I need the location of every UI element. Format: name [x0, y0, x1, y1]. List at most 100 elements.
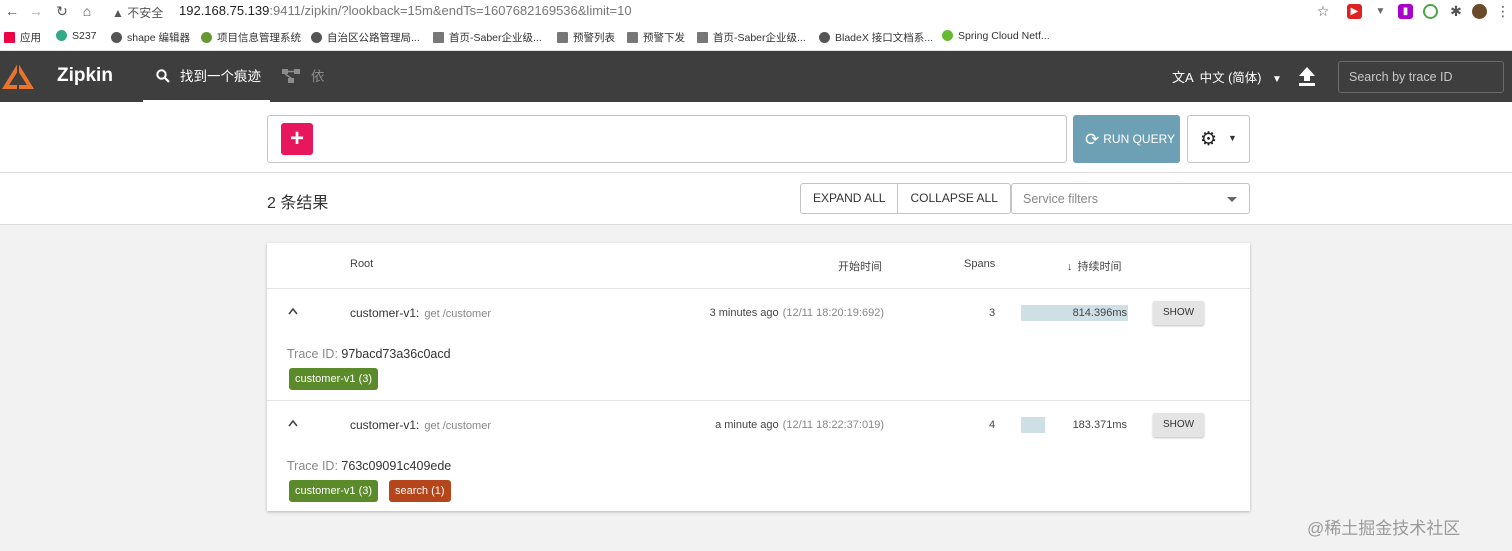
url-field[interactable]: 192.168.75.139:9411/zipkin/?lookback=15m… — [179, 3, 632, 18]
result-count: 2 条结果 — [267, 195, 329, 212]
tab-find-trace[interactable]: 找到一个痕迹 — [143, 51, 270, 102]
span-count: 3 — [989, 307, 996, 319]
trace-id-label: Trace ID: — [287, 459, 338, 473]
insecure-warning[interactable]: ▲ 不安全 — [112, 4, 163, 21]
span-count: 4 — [989, 419, 996, 431]
trace-id-label: Trace ID: — [287, 347, 338, 361]
globe-icon — [819, 32, 830, 43]
globe-icon — [56, 30, 67, 41]
bookmark-saber-1[interactable]: 首页-Saber企业级... — [433, 30, 542, 45]
traces-table: Root 开始时间 Spans ↓ 持续时间 customer-v1: get /c… — [267, 243, 1250, 511]
service-badge[interactable]: search (1) — [389, 480, 451, 502]
chevron-up-icon[interactable] — [287, 418, 299, 428]
bookmark-highway[interactable]: 自治区公路管理局... — [311, 30, 420, 45]
trace-id: Trace ID: 763c09091c409ede — [287, 459, 451, 473]
globe-icon — [111, 32, 122, 43]
browser-menu-icon[interactable]: ⋮ — [1494, 2, 1512, 20]
expand-collapse-group: EXPAND ALL COLLAPSE ALL — [800, 183, 1011, 214]
upload-icon[interactable] — [1298, 65, 1316, 87]
column-header-duration[interactable]: ↓ 持续时间 — [1067, 258, 1122, 274]
absolute-time: (12/11 18:20:19:692) — [782, 307, 884, 319]
zipkin-header: Zipkin 找到一个痕迹 依赖 文A中文 (简体) ▼ — [0, 51, 1512, 135]
start-time: a minute ago (12/11 18:22:37:019) — [715, 419, 884, 431]
start-time: 3 minutes ago (12/11 18:20:19:692) — [710, 307, 884, 319]
bookmark-project[interactable]: 项目信息管理系统 — [201, 30, 301, 45]
warning-icon: ▲ — [112, 6, 124, 20]
gear-icon: ⚙ — [1200, 129, 1218, 150]
bookmark-bladex[interactable]: BladeX 接口文档系... — [819, 30, 933, 45]
show-trace-button[interactable]: SHOW — [1153, 413, 1204, 437]
insecure-label: 不安全 — [127, 6, 164, 20]
bookmark-warning-send[interactable]: 预警下发 — [627, 30, 685, 45]
extension-purple-icon[interactable]: ▮ — [1398, 4, 1413, 19]
forward-arrow-icon[interactable]: → — [27, 2, 45, 20]
sort-arrow-down-icon: ↓ — [1067, 261, 1073, 273]
language-selector[interactable]: 文A 中文 (简体) ▼ — [1172, 67, 1282, 86]
plus-icon: + — [289, 125, 304, 152]
extension-v-icon[interactable]: ▼ — [1373, 4, 1388, 19]
column-header-duration-label: 持续时间 — [1077, 261, 1122, 273]
language-label: 中文 (简体) — [1199, 71, 1262, 85]
bookmark-star-icon[interactable]: ☆ — [1314, 2, 1332, 20]
expand-all-button[interactable]: EXPAND ALL — [801, 184, 897, 213]
root-service: customer-v1: get /customer — [350, 306, 491, 320]
chevron-down-icon: ▼ — [1228, 133, 1237, 143]
service-filters-select[interactable]: Service filters — [1011, 183, 1250, 214]
chevron-down-icon — [1227, 197, 1237, 202]
url-rest: :9411/zipkin/?lookback=15m&endTs=1607682… — [269, 3, 632, 18]
reload-icon[interactable]: ↻ — [53, 2, 71, 20]
extension-color-icon[interactable] — [1423, 4, 1438, 19]
settings-dropdown-button[interactable]: ⚙ ▼ — [1187, 115, 1250, 163]
trace-id-value: 97bacd73a36c0acd — [341, 347, 451, 361]
service-name: customer-v1: — [350, 306, 420, 320]
refresh-icon: ⟳ — [1085, 130, 1100, 149]
bookmark-apps[interactable]: 应用 — [4, 30, 41, 45]
bookmark-spring-cloud[interactable]: Spring Cloud Netf... — [942, 30, 1050, 42]
results-toolbar: 2 条结果 EXPAND ALL COLLAPSE ALL Service fi… — [0, 173, 1512, 225]
run-query-button[interactable]: ⟳ RUN QUERY — [1073, 115, 1180, 163]
column-header-start-time[interactable]: 开始时间 — [838, 258, 882, 274]
chevron-down-icon: ▼ — [1271, 74, 1282, 85]
globe-icon — [311, 32, 322, 43]
zipkin-logo-icon[interactable] — [0, 51, 38, 102]
service-name: customer-v1: — [350, 418, 420, 432]
chevron-up-icon[interactable] — [287, 306, 299, 316]
table-row[interactable]: customer-v1: get /customer a minute ago (1… — [267, 401, 1250, 512]
tab-find-trace-label: 找到一个痕迹 — [180, 69, 261, 84]
home-icon[interactable]: ⌂ — [78, 2, 96, 20]
add-criteria-button[interactable]: + — [281, 123, 313, 155]
extensions-puzzle-icon[interactable]: ✱ — [1447, 2, 1465, 20]
site-icon — [201, 32, 212, 43]
collapse-all-button[interactable]: COLLAPSE ALL — [897, 184, 1009, 213]
profile-avatar[interactable] — [1472, 4, 1487, 19]
pen-icon — [433, 32, 444, 43]
extension-youtube-icon[interactable]: ▶ — [1347, 4, 1362, 19]
root-service: customer-v1: get /customer — [350, 418, 491, 432]
table-row[interactable]: customer-v1: get /customer 3 minutes ago(… — [267, 289, 1250, 400]
service-badge[interactable]: customer-v1 (3) — [289, 368, 379, 390]
back-arrow-icon[interactable]: ← — [3, 2, 21, 20]
spring-leaf-icon — [942, 30, 953, 41]
pen-icon — [627, 32, 638, 43]
query-area: + ⟳ RUN QUERY ⚙ ▼ — [0, 102, 1512, 173]
query-criteria-box[interactable]: + — [267, 115, 1067, 163]
browser-address-bar: ← → ↻ ⌂ ▲ 不安全 192.168.75.139:9411/zipkin… — [0, 0, 1512, 24]
duration-value: 183.371ms — [1072, 419, 1127, 431]
search-icon — [156, 69, 170, 83]
relative-time: 3 minutes ago — [709, 307, 779, 319]
translate-icon: 文A — [1172, 70, 1194, 85]
service-badge[interactable]: customer-v1 (3) — [289, 480, 379, 502]
bookmark-shape[interactable]: shape 编辑器 — [111, 30, 190, 45]
service-filters-placeholder: Service filters — [1023, 192, 1099, 206]
apps-grid-icon — [4, 32, 15, 43]
show-trace-button[interactable]: SHOW — [1153, 301, 1204, 325]
column-header-spans[interactable]: Spans — [964, 258, 995, 270]
trace-id-search-input[interactable] — [1338, 61, 1504, 93]
brand-title[interactable]: Zipkin — [57, 65, 113, 87]
bookmark-saber-2[interactable]: 首页-Saber企业级... — [697, 30, 806, 45]
bookmark-s237[interactable]: S237 — [56, 30, 97, 42]
duration-value: 814.396ms — [1072, 307, 1127, 319]
column-header-root[interactable]: Root — [350, 258, 373, 270]
url-host: 192.168.75.139 — [179, 3, 270, 18]
bookmark-warning-list[interactable]: 预警列表 — [557, 30, 615, 45]
